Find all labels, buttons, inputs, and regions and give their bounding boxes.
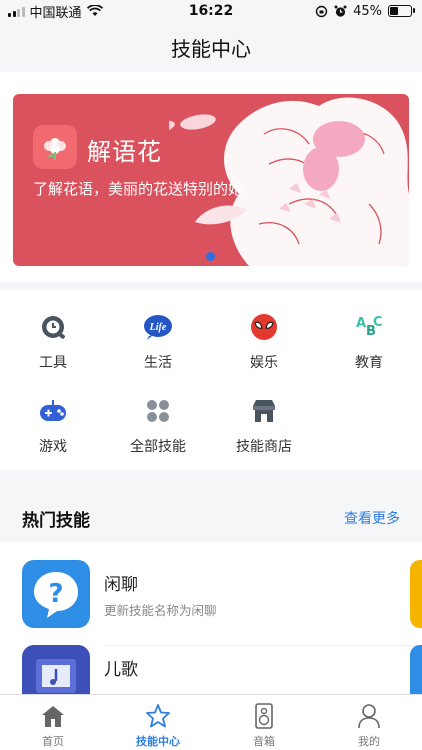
banner-title: 解语花 (87, 138, 162, 166)
petal-decoration-bottom (195, 205, 247, 225)
category-games[interactable]: 游戏 (13, 396, 93, 456)
battery-icon (388, 5, 415, 17)
home-icon (40, 703, 66, 729)
skill-name: 闲聊 (104, 575, 138, 595)
tab-label: 音箱 (253, 735, 275, 748)
spiderman-mask-icon (249, 312, 279, 342)
user-icon (356, 703, 382, 729)
hot-skills-title: 热门技能 (22, 511, 90, 531)
grid-dots-icon (143, 396, 173, 426)
skill-description: 更新技能名称为闲聊 (104, 603, 217, 618)
svg-text:A: A (356, 316, 366, 331)
category-label: 生活 (144, 355, 172, 371)
title-bar: 技能中心 (0, 22, 422, 72)
tab-home[interactable]: 首页 (13, 703, 93, 749)
hot-skills-header: 热门技能 查看更多 (0, 480, 422, 542)
tab-mine[interactable]: 我的 (329, 703, 409, 749)
tool-clock-icon (38, 312, 68, 342)
svg-text:C: C (373, 315, 383, 330)
category-life[interactable]: Life 生活 (118, 312, 198, 372)
category-label: 娱乐 (250, 355, 278, 371)
tab-skill-center[interactable]: 技能中心 (118, 703, 198, 749)
bottom-tab-bar: 首页 技能中心 音箱 我的 (0, 694, 422, 750)
adjacent-card-peek (410, 560, 422, 628)
category-entertainment[interactable]: 娱乐 (224, 312, 304, 372)
status-bar: 中国联通 16:22 45% (0, 0, 422, 22)
tab-label: 首页 (42, 735, 64, 748)
star-icon (145, 703, 171, 729)
signal-icon (8, 6, 25, 17)
petal-decoration (180, 114, 216, 130)
hot-skills-section: 热门技能 查看更多 ? 闲聊 更新技能名称为闲聊 儿歌 (0, 480, 422, 695)
skill-item-chat[interactable]: ? 闲聊 更新技能名称为闲聊 (0, 542, 422, 634)
banner-section: 解语花 了解花语，美丽的花送特别的她 (0, 72, 422, 282)
category-grid: 工具 Life 生活 娱乐 A B C 教育 游戏 全部技能 技能商店 (0, 290, 422, 470)
question-bubble-icon: ? (22, 560, 90, 628)
banner-app-icon (33, 125, 77, 169)
skill-name: 儿歌 (104, 660, 138, 680)
category-label: 技能商店 (236, 439, 292, 455)
abc-icon: A B C (354, 312, 384, 342)
category-label: 游戏 (39, 439, 67, 455)
tab-label: 我的 (358, 735, 380, 748)
svg-text:Life: Life (149, 322, 167, 333)
category-skill-store[interactable]: 技能商店 (224, 396, 304, 456)
category-tools[interactable]: 工具 (13, 312, 93, 372)
carousel-indicator[interactable] (206, 252, 215, 261)
status-left: 中国联通 (0, 2, 103, 21)
rotation-lock-icon (315, 5, 328, 17)
view-more-link[interactable]: 查看更多 (344, 508, 400, 528)
category-label: 全部技能 (130, 439, 186, 455)
skill-item-kids-songs[interactable]: 儿歌 (0, 645, 422, 695)
store-icon (249, 396, 279, 426)
category-label: 教育 (355, 355, 383, 371)
music-book-icon (22, 645, 90, 695)
flower-icon (44, 138, 66, 160)
banner-card[interactable]: 解语花 了解花语，美丽的花送特别的她 (13, 94, 409, 266)
category-all-skills[interactable]: 全部技能 (118, 396, 198, 456)
page-title: 技能中心 (171, 36, 251, 61)
wifi-icon (86, 5, 103, 16)
life-icon: Life (143, 312, 173, 342)
gamepad-icon (38, 396, 68, 426)
tab-speaker[interactable]: 音箱 (224, 703, 304, 749)
carrier-label: 中国联通 (29, 5, 82, 21)
svg-text:?: ? (48, 579, 63, 609)
category-label: 工具 (39, 355, 67, 371)
battery-percent: 45% (353, 3, 382, 19)
adjacent-card-peek (410, 645, 422, 695)
category-education[interactable]: A B C 教育 (329, 312, 409, 372)
alarm-icon (334, 5, 347, 17)
banner-subtitle: 了解花语，美丽的花送特别的她 (33, 180, 244, 198)
tab-label: 技能中心 (136, 735, 180, 748)
status-right: 45% (315, 4, 422, 19)
speaker-icon (251, 703, 277, 729)
